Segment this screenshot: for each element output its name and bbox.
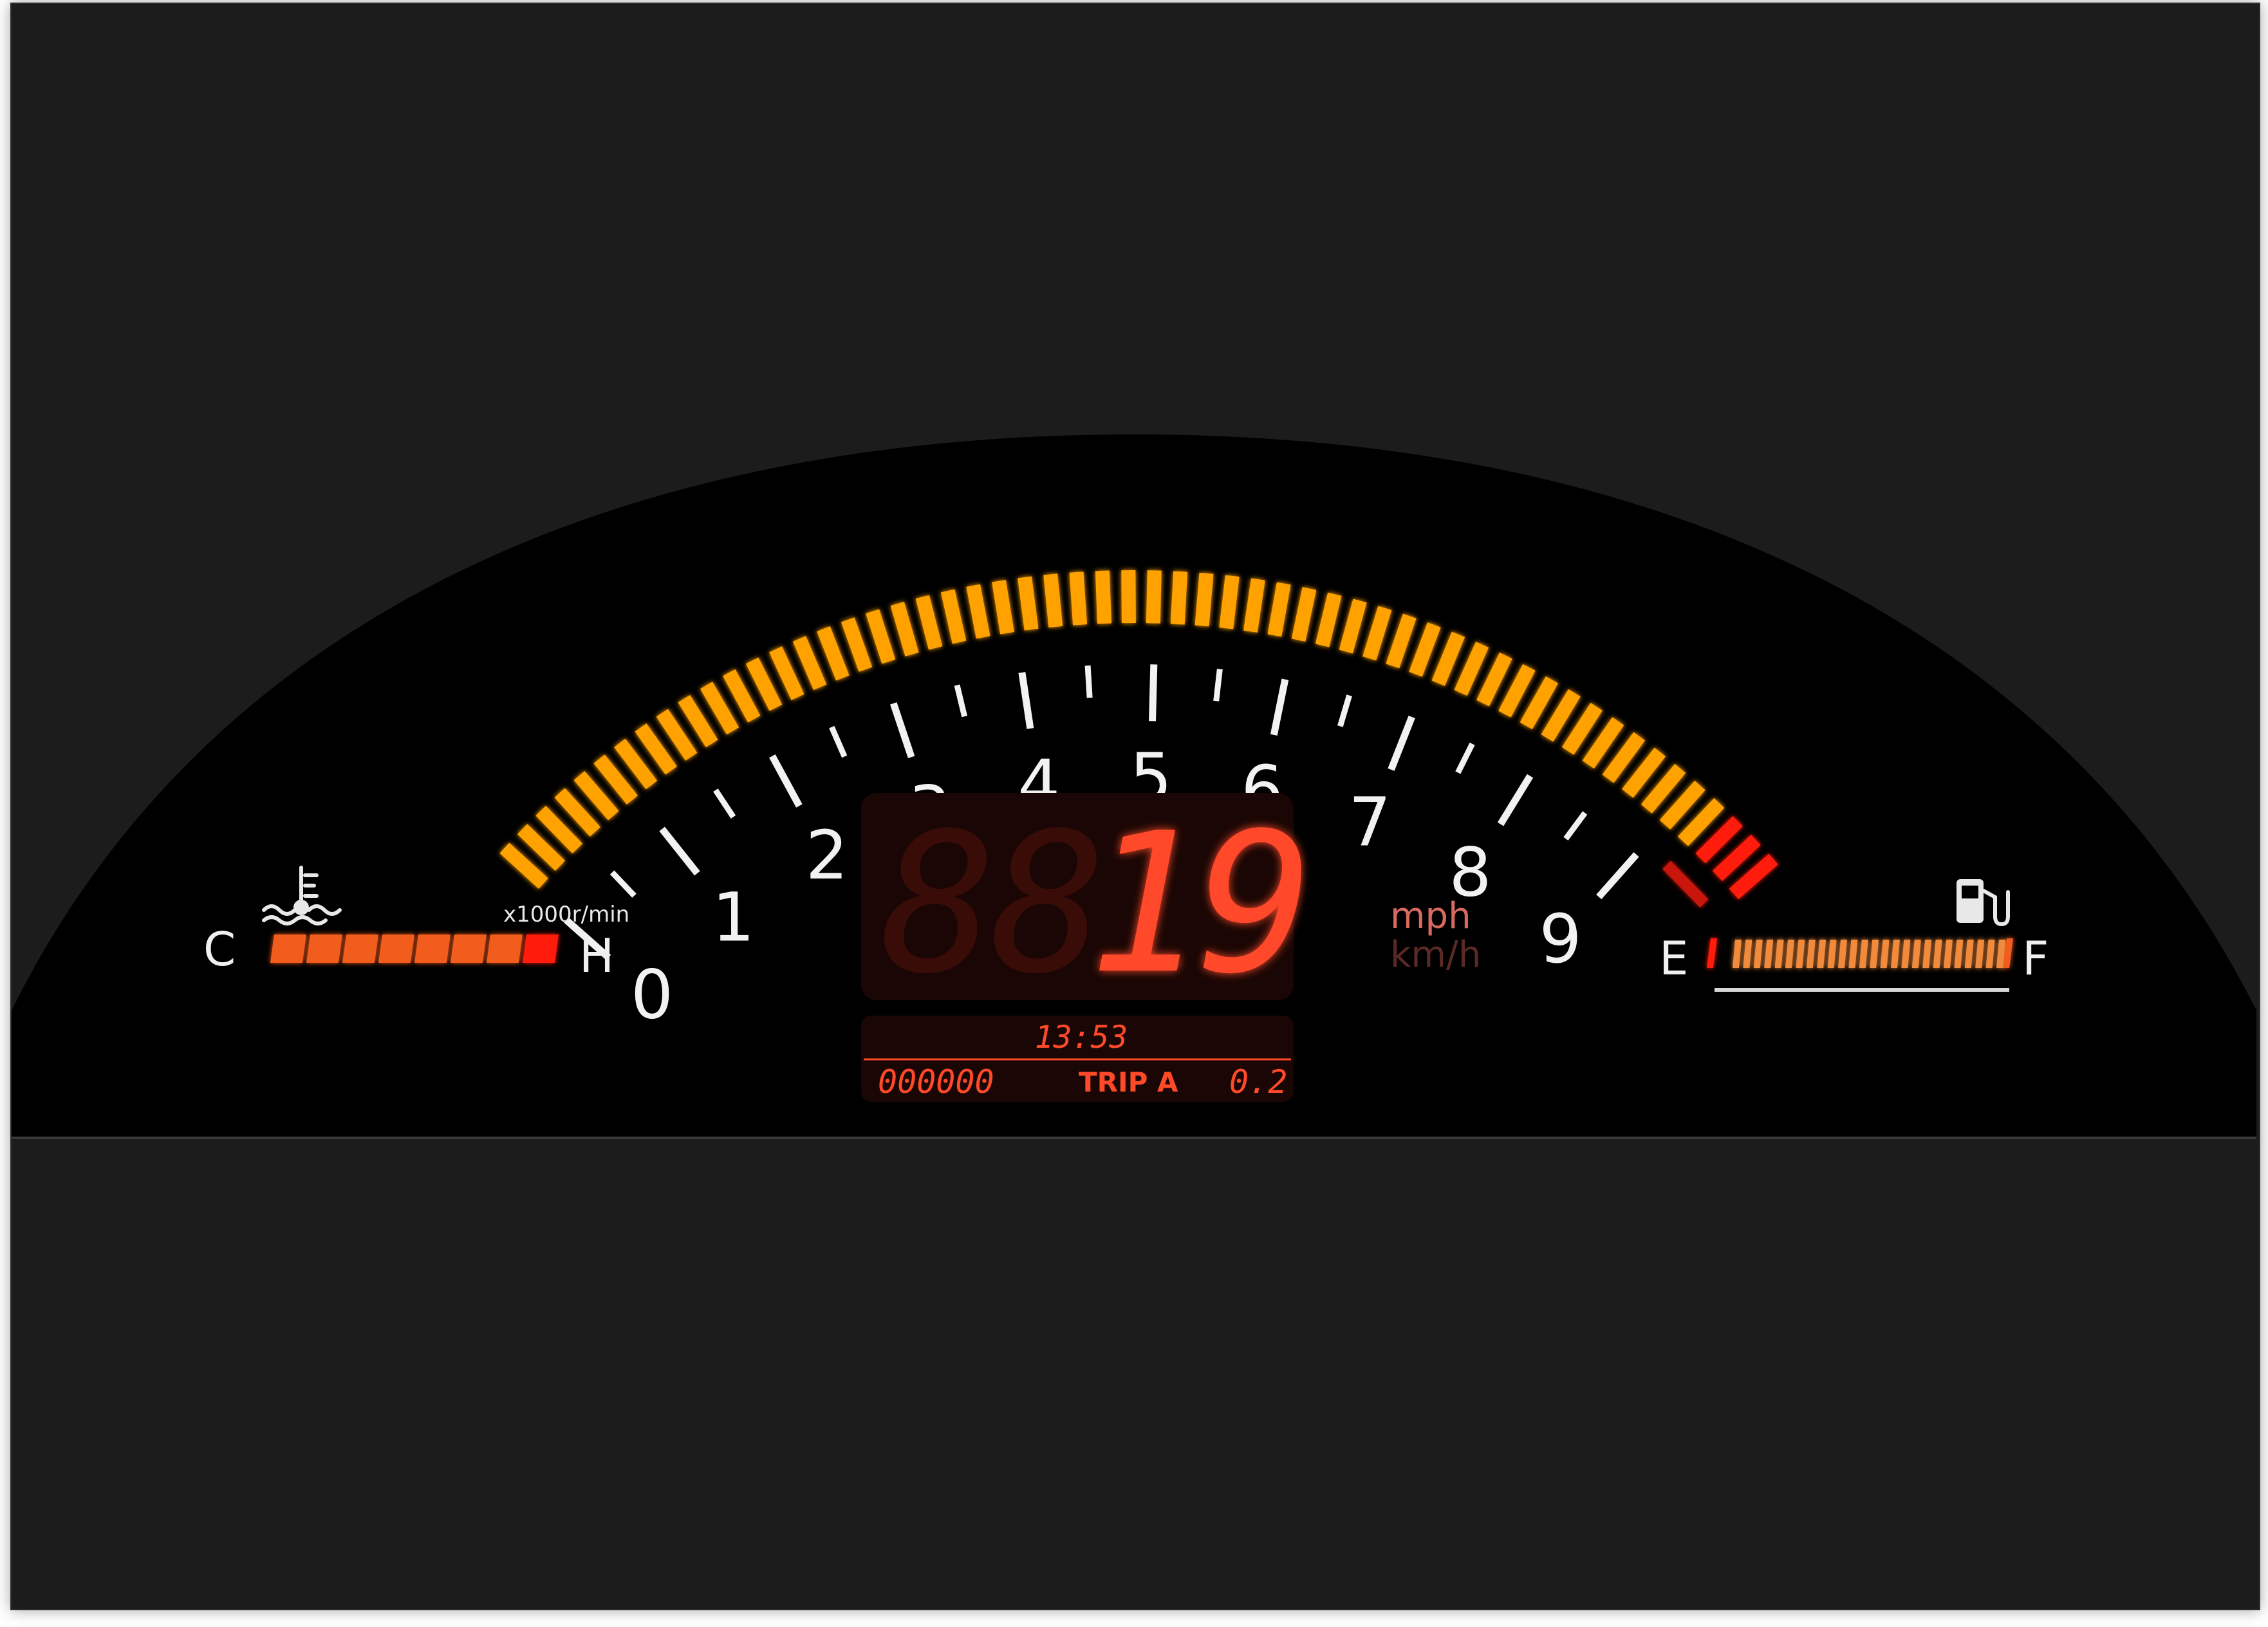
minor-tick	[1084, 665, 1093, 698]
tach-segment	[1194, 572, 1214, 627]
major-tick	[1149, 664, 1158, 721]
unit-kmh: km/h	[1390, 934, 1481, 976]
minor-tick	[1213, 669, 1223, 702]
tach-segment	[1146, 570, 1162, 624]
tach-number-0: 0	[631, 955, 673, 1034]
tach-segment	[992, 580, 1014, 635]
clock-time: 13:53	[1035, 1019, 1128, 1055]
tach-number-7: 7	[1348, 783, 1391, 862]
tach-segment	[1219, 575, 1240, 629]
tachometer-unit-label: x1000r/min	[503, 902, 629, 927]
tach-segment	[1095, 570, 1111, 624]
temperature-segment	[414, 934, 451, 963]
unit-mph: mph	[1390, 895, 1471, 937]
temperature-segment	[378, 934, 414, 963]
trip-label: TRIP A	[1079, 1066, 1178, 1098]
tach-segment	[1267, 582, 1291, 637]
temperature-segment	[451, 934, 487, 963]
info-display: 13:53 000000 TRIP A 0.2	[861, 1016, 1294, 1102]
tach-number-9: 9	[1539, 900, 1582, 978]
temperature-segment	[487, 934, 523, 963]
temperature-cold-label: C	[203, 922, 236, 976]
temperature-hot-label: H	[579, 929, 614, 983]
instrument-cluster: 0123456789 x1000r/min C H 88 19 mph km/h…	[12, 434, 2256, 1139]
trip-value: 0.2	[1229, 1063, 1287, 1101]
speed-ghost-digits: 88	[880, 792, 1100, 1016]
temperature-segment	[523, 934, 559, 963]
speed-value: 19	[1088, 792, 1307, 1016]
temperature-segment	[270, 934, 306, 963]
tach-segment	[966, 584, 990, 639]
tach-segment	[1043, 573, 1063, 628]
tach-segment	[1121, 570, 1136, 624]
tach-segment	[1018, 576, 1039, 631]
fuel-full-label: F	[2022, 931, 2049, 985]
tach-segment	[1170, 571, 1188, 625]
temperature-segment	[342, 934, 378, 963]
tach-segment	[1243, 578, 1265, 633]
tach-segment	[1069, 572, 1088, 626]
temperature-segment	[306, 934, 342, 963]
tach-number-1: 1	[712, 878, 754, 956]
speed-display: 88 19	[861, 792, 1314, 1016]
fuel-empty-label: E	[1659, 931, 1689, 985]
tach-number-2: 2	[806, 816, 848, 895]
odometer-total: 000000	[878, 1063, 994, 1101]
